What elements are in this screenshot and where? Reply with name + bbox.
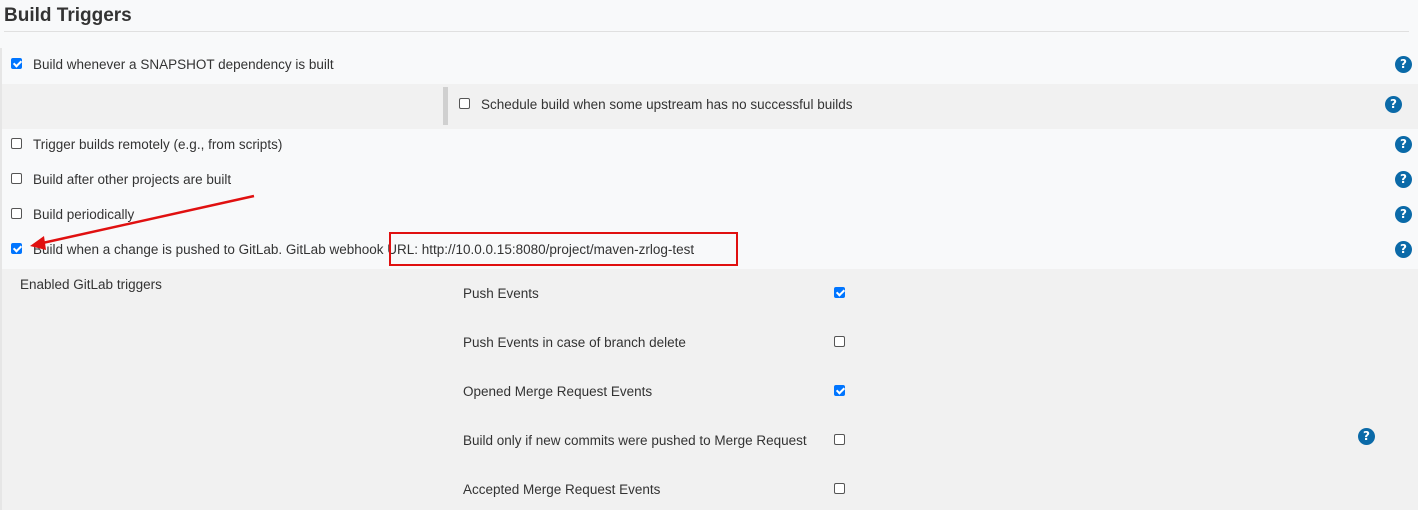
section-title: Build Triggers xyxy=(4,5,132,26)
push-events-checkbox[interactable] xyxy=(834,287,845,298)
schedule-upstream-label: Schedule build when some upstream has no… xyxy=(481,97,853,112)
push-branch-delete-label: Push Events in case of branch delete xyxy=(463,335,686,350)
title-divider xyxy=(4,31,1409,32)
gitlab-push-text: Build when a change is pushed to GitLab.… xyxy=(33,242,388,257)
help-icon[interactable]: ? xyxy=(1385,96,1402,113)
nested-indent-bar xyxy=(443,87,448,125)
opened-mr-checkbox[interactable] xyxy=(834,385,845,396)
schedule-upstream-checkbox[interactable] xyxy=(459,98,470,109)
new-commits-mr-checkbox[interactable] xyxy=(834,434,845,445)
push-branch-delete-checkbox[interactable] xyxy=(834,336,845,347)
help-icon[interactable]: ? xyxy=(1395,206,1412,223)
accepted-mr-checkbox[interactable] xyxy=(834,483,845,494)
help-icon[interactable]: ? xyxy=(1395,136,1412,153)
new-commits-mr-label: Build only if new commits were pushed to… xyxy=(463,433,807,448)
build-periodically-checkbox[interactable] xyxy=(11,208,22,219)
help-icon[interactable]: ? xyxy=(1395,56,1412,73)
url-highlight-box xyxy=(389,232,738,266)
gitlab-push-checkbox[interactable] xyxy=(11,243,22,254)
help-icon[interactable]: ? xyxy=(1358,428,1375,445)
accepted-mr-label: Accepted Merge Request Events xyxy=(463,482,661,497)
help-icon[interactable]: ? xyxy=(1395,171,1412,188)
section-left-border xyxy=(0,48,2,510)
help-icon[interactable]: ? xyxy=(1395,241,1412,258)
snapshot-label: Build whenever a SNAPSHOT dependency is … xyxy=(33,57,334,72)
enabled-gitlab-triggers-heading: Enabled GitLab triggers xyxy=(20,277,162,292)
build-after-label: Build after other projects are built xyxy=(33,172,232,187)
push-events-label: Push Events xyxy=(463,286,539,301)
build-periodically-label: Build periodically xyxy=(33,207,135,222)
snapshot-checkbox[interactable] xyxy=(11,58,22,69)
opened-mr-label: Opened Merge Request Events xyxy=(463,384,653,399)
build-after-checkbox[interactable] xyxy=(11,173,22,184)
trigger-remote-label: Trigger builds remotely (e.g., from scri… xyxy=(33,137,283,152)
trigger-remote-checkbox[interactable] xyxy=(11,138,22,149)
gitlab-options-band xyxy=(2,269,1418,510)
